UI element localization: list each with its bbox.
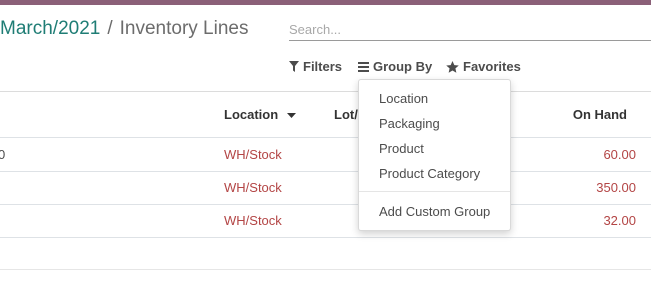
favorites-button[interactable]: Favorites — [446, 59, 521, 74]
group-by-option-product[interactable]: Product — [379, 141, 424, 156]
table-header: Location Lot/ On Hand — [0, 92, 651, 137]
search-input[interactable] — [289, 18, 629, 40]
breadcrumb: March/2021 / Inventory Lines — [0, 18, 248, 40]
column-label-on-hand: On Hand — [572, 107, 627, 122]
cell-truncated: 0 — [0, 147, 6, 162]
cell-location: WH/Stock — [224, 147, 282, 162]
cell-location: WH/Stock — [224, 213, 282, 228]
add-custom-group-button[interactable]: Add Custom Group — [379, 204, 490, 219]
breadcrumb-separator: / — [107, 18, 113, 39]
top-navbar — [0, 0, 651, 5]
table-row[interactable]: WH/Stock 350.00 — [0, 171, 651, 205]
column-label-location: Location — [224, 107, 279, 122]
group-by-dropdown: Location Packaging Product Product Categ… — [358, 79, 511, 231]
group-by-option-packaging[interactable]: Packaging — [379, 116, 440, 131]
filter-icon — [289, 61, 299, 72]
table-row[interactable]: 0 WH/Stock 60.00 — [0, 138, 651, 172]
table-footer-divider — [0, 269, 651, 270]
group-by-button[interactable]: Group By — [358, 59, 432, 74]
cell-location: WH/Stock — [224, 180, 282, 195]
column-header-on-hand[interactable]: On Hand — [573, 107, 627, 122]
star-icon — [446, 60, 459, 73]
bars-icon — [358, 61, 369, 72]
cell-on-hand: 32.00 — [603, 213, 636, 228]
column-header-location[interactable]: Location — [224, 107, 296, 122]
filters-label: Filters — [303, 59, 343, 74]
group-by-option-product-category[interactable]: Product Category — [379, 166, 480, 181]
search-bar — [289, 18, 651, 41]
column-label-lot: Lot/ — [334, 107, 358, 122]
table-row[interactable]: WH/Stock 32.00 — [0, 204, 651, 238]
column-header-lot[interactable]: Lot/ — [334, 107, 358, 122]
cell-on-hand: 60.00 — [603, 147, 636, 162]
dropdown-divider — [359, 191, 510, 192]
group-by-label: Group By — [373, 59, 433, 74]
breadcrumb-current: Inventory Lines — [119, 18, 249, 39]
cell-on-hand: 350.00 — [596, 180, 636, 195]
filters-button[interactable]: Filters — [289, 59, 342, 74]
favorites-label: Favorites — [463, 59, 521, 74]
group-by-option-location[interactable]: Location — [379, 91, 428, 106]
breadcrumb-parent-link[interactable]: March/2021 — [0, 18, 100, 39]
sort-desc-icon — [286, 112, 296, 118]
